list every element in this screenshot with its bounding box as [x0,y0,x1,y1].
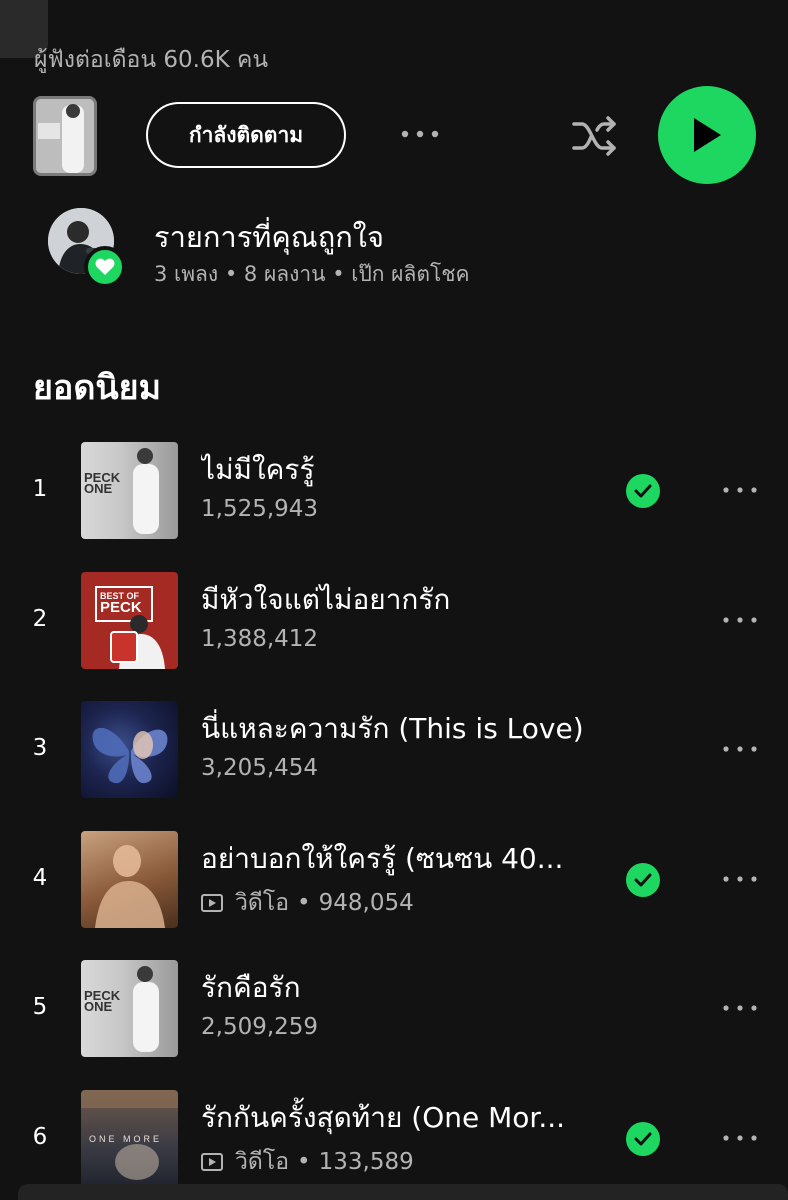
added-check-icon[interactable] [626,1121,660,1156]
popular-section-title: ยอดนิยม [33,368,161,408]
artist-thumbnail[interactable] [33,96,97,176]
album-cover: PECK ONE [81,442,178,539]
mini-player-bar[interactable] [18,1184,788,1200]
video-icon [201,1152,223,1171]
album-cover [81,830,178,928]
following-button[interactable]: กำลังติดตาม [146,102,346,168]
track-title: ไม่มีใครรู้ [201,453,315,486]
track-more-icon[interactable] [718,729,762,769]
liked-songs-subtitle: 3 เพลง • 8 ผลงาน • เป๊ก ผลิตโชค [154,262,470,286]
video-label: วิดีโอ [235,889,290,916]
video-icon [201,893,223,912]
album-cover [81,701,178,798]
track-rank: 3 [32,735,48,761]
cover-text: PECK ONE [84,988,121,1014]
track-plays: 1,388,412 [201,625,319,652]
track-title: อย่าบอกให้ใครรู้ (ซนซน 40... [201,841,564,875]
shuffle-icon[interactable] [566,108,624,164]
track-rank: 1 [32,476,48,502]
album-cover: BEST OF PECK [81,571,178,669]
artist-page: ผู้ฟังต่อเดือน 60.6K คน กำลังติดตาม รายก… [0,0,788,1200]
meta-separator: • [297,1148,311,1175]
artist-controls: กำลังติดตาม [0,86,788,186]
track-plays: 3,205,454 [201,755,319,781]
track-title: รักกันครั้งสุดท้าย (One Mor... [201,1100,566,1134]
cover-text: PECK ONE [84,470,121,496]
track-row[interactable]: 1 PECK ONE ไม่มีใครรู้ 1,525,943 [0,440,788,570]
monthly-listeners: ผู้ฟังต่อเดือน 60.6K คน [34,47,269,73]
meta-separator: • [297,889,311,916]
popular-track-list: 1 PECK ONE ไม่มีใครรู้ 1,525,943 2 BEST O… [0,440,788,1200]
track-more-icon[interactable] [718,600,762,640]
track-plays: 2,509,259 [201,1014,319,1040]
play-button[interactable] [658,86,756,184]
track-meta: วิดีโอ • 948,054 [201,885,414,921]
track-meta: วิดีโอ • 133,589 [201,1144,414,1180]
more-options-icon[interactable] [396,116,444,152]
track-row[interactable]: 5 PECK ONE รักคือรัก 2,509,259 [0,958,788,1088]
added-check-icon[interactable] [626,862,660,897]
track-row[interactable]: 4 อย่าบอกให้ใครรู้ (ซนซน 40... วิดีโอ • … [0,829,788,959]
track-row[interactable]: 3 นี่แหละความรัก (This is Love) 3,205,45… [0,699,788,829]
play-icon [694,118,721,152]
added-check-icon[interactable] [626,474,660,508]
album-cover: PECK ONE [81,960,178,1057]
track-rank: 5 [32,994,48,1020]
album-cover: ONE MORE [81,1089,178,1187]
track-plays: 133,589 [318,1148,414,1175]
liked-heart-icon [84,246,126,288]
cover-text: ONE MORE [89,1133,163,1144]
liked-songs-row[interactable]: รายการที่คุณถูกใจ 3 เพลง • 8 ผลงาน • เป๊… [48,206,748,290]
track-rank: 4 [32,864,48,891]
track-plays: 1,525,943 [201,496,319,522]
track-more-icon[interactable] [718,988,762,1028]
track-rank: 6 [32,1123,48,1150]
track-title: รักคือรัก [201,971,301,1004]
liked-songs-title: รายการที่คุณถูกใจ [154,220,384,254]
track-more-icon[interactable] [718,859,762,899]
track-rank: 2 [32,605,48,632]
track-more-icon[interactable] [718,1118,762,1158]
track-plays: 948,054 [318,889,414,916]
track-row[interactable]: 2 BEST OF PECK มีหัวใจแต่ไม่อยากรัก 1,388… [0,570,788,700]
track-title: นี่แหละความรัก (This is Love) [201,712,584,745]
track-more-icon[interactable] [718,470,762,510]
video-label: วิดีโอ [235,1148,290,1175]
track-title: มีหัวใจแต่ไม่อยากรัก [201,582,451,616]
artist-thumbnail-art [36,99,94,173]
